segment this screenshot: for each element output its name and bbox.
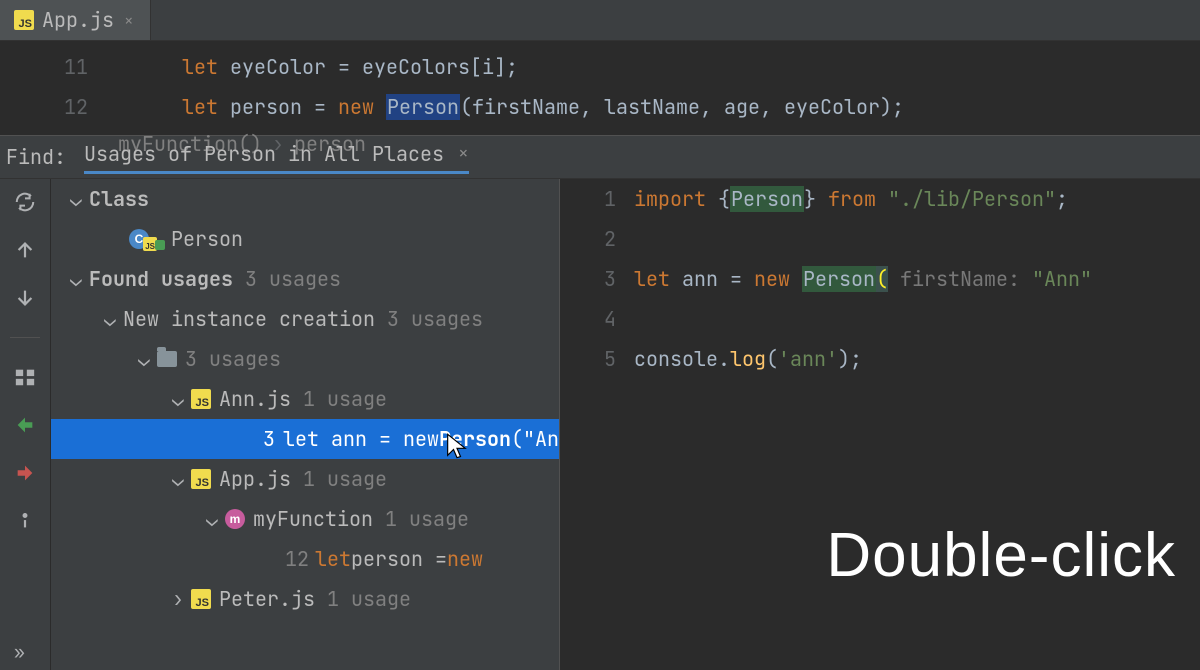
tree-node-file-app[interactable]: ⌄ JS App.js 1 usage [51, 459, 559, 499]
usage-preview-editor[interactable]: 1 import {Person} from "./lib/Person"; 2… [559, 179, 1200, 670]
tree-node-found-usages[interactable]: ⌄ Found usages 3 usages [51, 259, 559, 299]
chevron-down-icon[interactable]: ⌄ [203, 506, 221, 532]
tree-node-usage-app[interactable]: 12 let person = new [51, 539, 559, 579]
layout-icon[interactable] [12, 364, 38, 390]
chevron-down-icon[interactable]: ⌄ [67, 186, 85, 212]
line-number: 5 [560, 339, 634, 379]
find-label: Find: [6, 144, 66, 170]
green-dot-icon [155, 240, 165, 250]
line-number: 2 [560, 219, 634, 259]
line-number: 3 [560, 259, 634, 299]
js-file-icon: JS [14, 10, 34, 30]
tree-node-fn-myfunction[interactable]: ⌄ m myFunction 1 usage [51, 499, 559, 539]
preview-line-1[interactable]: import {Person} from "./lib/Person"; [634, 179, 1068, 219]
tree-node-new-instance[interactable]: ⌄ New instance creation 3 usages [51, 299, 559, 339]
chevron-down-icon[interactable]: ⌄ [169, 386, 187, 412]
folder-icon [157, 351, 177, 367]
code-line-11[interactable]: let eyeColor = eyeColors[i]; [114, 47, 518, 87]
line-number: 11 [0, 47, 114, 87]
chevron-right-icon[interactable]: › [169, 586, 187, 612]
code-line-12[interactable]: let person = new Person(firstName, lastN… [114, 87, 904, 127]
find-tab-title: Usages of Person in All Places [84, 141, 444, 167]
chevron-down-icon[interactable]: ⌄ [67, 266, 85, 292]
editor-upper[interactable]: 11 let eyeColor = eyeColors[i]; 12 let p… [0, 41, 1200, 135]
js-file-icon: JS [191, 589, 211, 609]
arrow-down-icon[interactable] [12, 285, 38, 311]
find-tab[interactable]: Usages of Person in All Places × [84, 141, 469, 174]
tree-node-class-person[interactable]: C JS Person [51, 219, 559, 259]
preview-line-3[interactable]: let ann = new Person( firstName: "Ann" [634, 259, 1092, 299]
line-number: 1 [560, 179, 634, 219]
refresh-icon[interactable] [12, 189, 38, 215]
close-tab-icon[interactable]: × [122, 10, 136, 31]
js-file-icon: JS [191, 389, 211, 409]
find-toolbar: » [0, 179, 51, 670]
tree-node-file-peter[interactable]: › JS Peter.js 1 usage [51, 579, 559, 619]
method-icon: m [225, 509, 245, 529]
arrow-up-icon[interactable] [12, 237, 38, 263]
preview-line-5[interactable]: console.log('ann'); [634, 339, 862, 379]
chevron-down-icon[interactable]: ⌄ [169, 466, 187, 492]
usages-tree[interactable]: ⌄ Class C JS Person ⌄ Found usages 3 usa… [51, 179, 559, 670]
js-file-icon: JS [191, 469, 211, 489]
file-tab-app-js[interactable]: JS App.js × [0, 0, 151, 40]
editor-tab-bar: JS App.js × [0, 0, 1200, 41]
line-number: 12 [0, 87, 114, 127]
chevron-down-icon[interactable]: ⌄ [135, 346, 153, 372]
diff-green-icon[interactable] [12, 412, 38, 438]
close-find-tab-icon[interactable]: × [458, 142, 469, 165]
diff-red-icon[interactable] [12, 460, 38, 486]
chevron-down-icon[interactable]: ⌄ [101, 306, 119, 332]
info-icon[interactable] [12, 508, 38, 534]
find-panel-header: Find: Usages of Person in All Places × [0, 135, 1200, 179]
line-number: 4 [560, 299, 634, 339]
tree-node-class-header[interactable]: ⌄ Class [51, 179, 559, 219]
file-tab-label: App.js [42, 7, 114, 33]
tree-node-usage-ann-selected[interactable]: 3 let ann = new Person("Ann","Jones",40,… [51, 419, 559, 459]
annotation-overlay: Double-click [826, 520, 1176, 591]
tree-node-file-ann[interactable]: ⌄ JS Ann.js 1 usage [51, 379, 559, 419]
more-icon[interactable]: » [14, 641, 27, 664]
tree-node-folder[interactable]: ⌄ 3 usages [51, 339, 559, 379]
